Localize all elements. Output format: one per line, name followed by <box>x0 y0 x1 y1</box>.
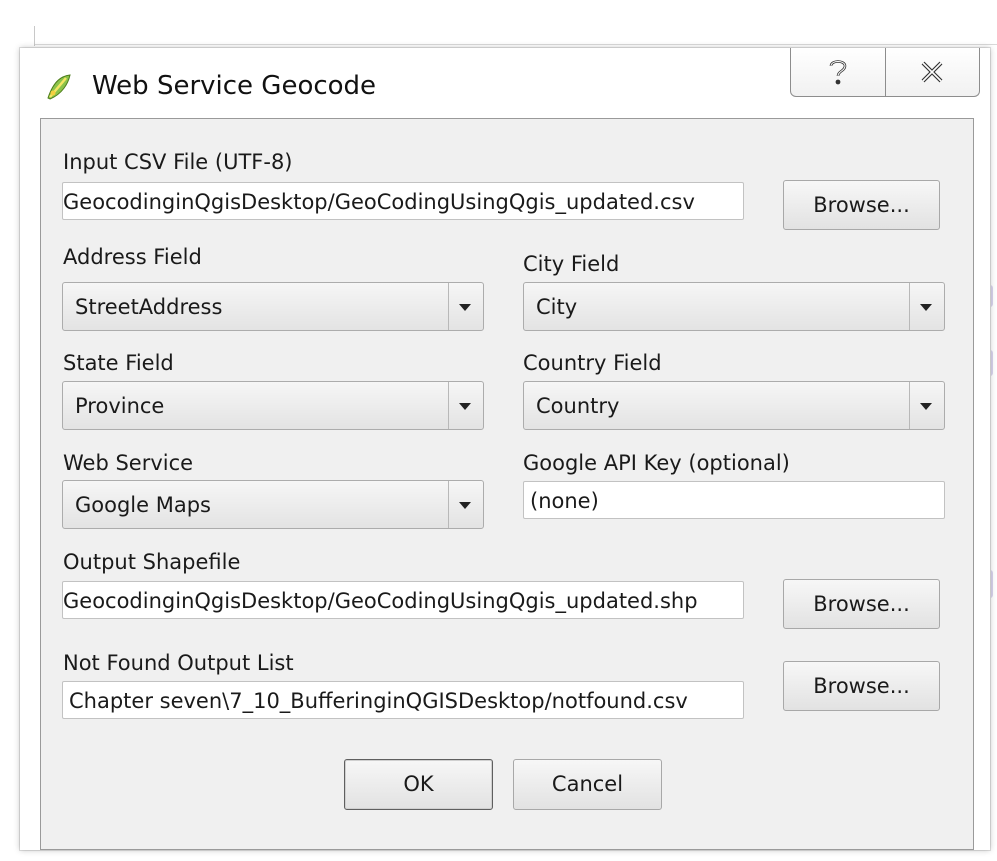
address-field-dropdown[interactable]: StreetAddress <box>62 282 484 331</box>
web-service-dropdown[interactable]: Google Maps <box>62 480 484 529</box>
close-button[interactable] <box>884 48 980 96</box>
question-mark-icon <box>829 60 847 85</box>
country-field-value: Country <box>536 394 620 418</box>
country-field-label: Country Field <box>523 351 662 375</box>
output-shapefile-label: Output Shapefile <box>63 550 241 574</box>
not-found-field[interactable]: Chapter seven\7_10_BufferinginQGISDeskto… <box>62 681 744 719</box>
address-field-label: Address Field <box>63 245 202 269</box>
chevron-down-icon <box>920 403 932 410</box>
chevron-down-icon <box>920 304 932 311</box>
dropdown-separator <box>448 382 449 429</box>
address-field-value: StreetAddress <box>75 295 223 319</box>
chevron-down-icon <box>459 403 471 410</box>
web-service-value: Google Maps <box>75 493 211 517</box>
state-field-label: State Field <box>63 351 174 375</box>
api-key-input[interactable]: (none) <box>523 481 945 519</box>
dropdown-separator <box>448 481 449 528</box>
city-field-dropdown[interactable]: City <box>523 282 945 331</box>
qgis-logo-icon <box>47 74 71 100</box>
title-bar-buttons <box>790 48 980 97</box>
output-shapefile-browse-button[interactable]: Browse... <box>783 579 940 629</box>
city-field-value: City <box>536 295 578 319</box>
background-divider <box>34 44 997 45</box>
api-key-label: Google API Key (optional) <box>523 451 790 475</box>
window-title: Web Service Geocode <box>92 71 377 101</box>
web-service-label: Web Service <box>63 451 194 475</box>
close-icon <box>921 61 943 83</box>
title-bar[interactable]: Web Service Geocode <box>20 48 990 118</box>
dropdown-separator <box>448 283 449 330</box>
dropdown-separator <box>909 283 910 330</box>
input-csv-browse-button[interactable]: Browse... <box>783 180 940 230</box>
country-field-dropdown[interactable]: Country <box>523 381 945 430</box>
state-field-value: Province <box>75 394 165 418</box>
city-field-label: City Field <box>523 252 620 276</box>
ok-button[interactable]: OK <box>344 759 493 810</box>
not-found-label: Not Found Output List <box>63 651 294 675</box>
background-divider-left <box>34 26 35 46</box>
not-found-browse-button[interactable]: Browse... <box>783 661 940 711</box>
cancel-button[interactable]: Cancel <box>513 759 662 810</box>
output-shapefile-field[interactable]: GeocodinginQgisDesktop/GeoCodingUsingQgi… <box>62 581 744 619</box>
help-button[interactable] <box>791 48 885 96</box>
input-csv-field[interactable]: GeocodinginQgisDesktop/GeoCodingUsingQgi… <box>62 182 744 220</box>
dialog-content: Input CSV File (UTF-8) GeocodinginQgisDe… <box>40 118 974 850</box>
dropdown-separator <box>909 382 910 429</box>
state-field-dropdown[interactable]: Province <box>62 381 484 430</box>
input-csv-label: Input CSV File (UTF-8) <box>63 150 293 174</box>
chevron-down-icon <box>459 304 471 311</box>
chevron-down-icon <box>459 502 471 509</box>
web-service-geocode-dialog: Web Service Geocode Input CSV File (UTF-… <box>20 48 990 850</box>
